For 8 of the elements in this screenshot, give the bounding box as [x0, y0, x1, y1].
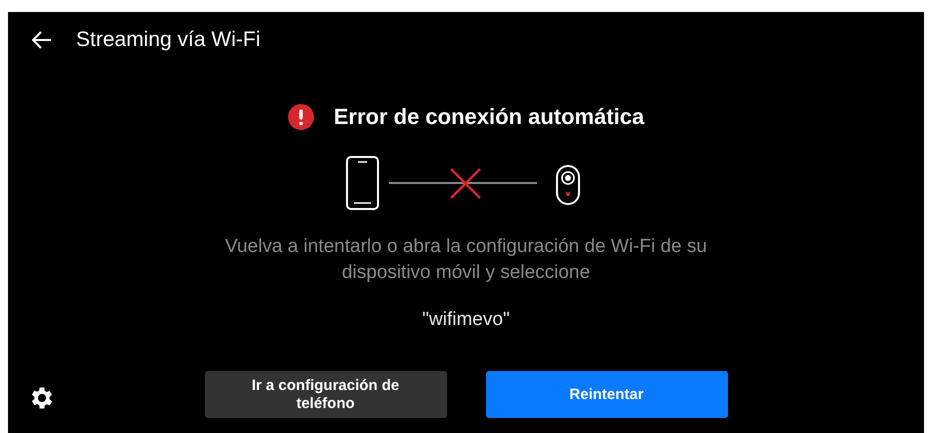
error-title: Error de conexión automática	[334, 104, 644, 130]
screen-title: Streaming vía Wi-Fi	[76, 28, 260, 52]
error-message: Vuelva a intentarlo o abra la configuración de Wi-Fi de su dispositivo móvil y seleccione	[224, 235, 708, 285]
back-icon[interactable]	[32, 31, 52, 49]
retry-button[interactable]: Reintentar	[486, 371, 728, 418]
network-name: "wifimevo"	[421, 309, 511, 331]
error-icon	[288, 104, 314, 130]
phone-settings-button[interactable]: Ir a configuración de teléfono	[204, 371, 446, 418]
